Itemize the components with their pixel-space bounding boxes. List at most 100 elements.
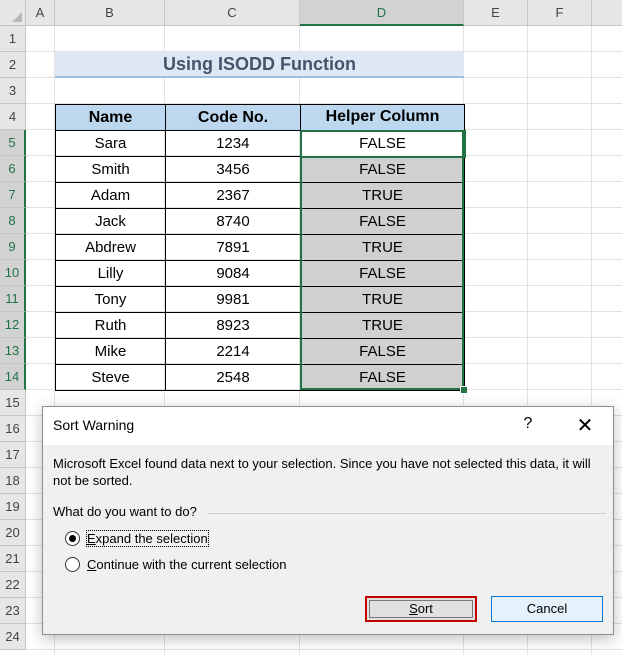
table-row: Lilly 9084 FALSE [55, 260, 465, 287]
data-table: Name Code No. Helper Column Sara 1234 FA… [55, 104, 466, 391]
row-header-3[interactable]: 3 [0, 78, 26, 104]
column-header-c[interactable]: C [165, 0, 300, 26]
helper-cell[interactable]: FALSE [300, 156, 465, 183]
helper-cell[interactable]: FALSE [300, 338, 465, 365]
radio-continue-label[interactable]: Continue with the current selection [87, 557, 286, 572]
dialog-title: Sort Warning [53, 417, 135, 433]
table-row: Abdrew 7891 TRUE [55, 234, 465, 261]
row-header-4[interactable]: 4 [0, 104, 26, 130]
radio-dot-icon [69, 535, 76, 542]
column-header-b[interactable]: B [55, 0, 165, 26]
row-header-7[interactable]: 7 [0, 182, 26, 208]
row-header-11[interactable]: 11 [0, 286, 26, 312]
row-header-12[interactable]: 12 [0, 312, 26, 338]
name-cell[interactable]: Jack [55, 208, 166, 235]
helper-cell[interactable]: FALSE [300, 364, 465, 391]
header-name[interactable]: Name [55, 104, 166, 131]
radio-button-checked[interactable] [65, 531, 80, 546]
helper-cell[interactable]: FALSE [300, 208, 465, 235]
header-helper-column[interactable]: Helper Column [300, 104, 465, 131]
radio-button-unchecked[interactable] [65, 557, 80, 572]
cancel-button[interactable]: Cancel [491, 596, 603, 622]
row-header-24[interactable]: 24 [0, 624, 26, 650]
code-cell[interactable]: 1234 [165, 130, 301, 157]
radio-expand-label[interactable]: Expand the selection [86, 530, 209, 547]
table-header-row: Name Code No. Helper Column [55, 104, 465, 131]
column-header-e[interactable]: E [464, 0, 528, 26]
row-header-16[interactable]: 16 [0, 416, 26, 442]
dialog-question: What do you want to do? [53, 504, 197, 519]
name-cell[interactable]: Abdrew [55, 234, 166, 261]
row-header-8[interactable]: 8 [0, 208, 26, 234]
dialog-message: Microsoft Excel found data next to your … [53, 456, 591, 488]
code-cell[interactable]: 8740 [165, 208, 301, 235]
sort-warning-dialog: Sort Warning ? ✕ Microsoft Excel found d… [42, 406, 614, 635]
column-header-d[interactable]: D [300, 0, 464, 26]
row-header-2[interactable]: 2 [0, 52, 26, 78]
helper-cell[interactable]: FALSE [299, 129, 466, 158]
group-divider [208, 513, 606, 514]
name-cell[interactable]: Sara [55, 130, 166, 157]
row-header-18[interactable]: 18 [0, 468, 26, 494]
row-header-20[interactable]: 20 [0, 520, 26, 546]
code-cell[interactable]: 2214 [165, 338, 301, 365]
code-cell[interactable]: 2367 [165, 182, 301, 209]
table-row: Sara 1234 FALSE [55, 129, 466, 158]
dialog-titlebar[interactable]: Sort Warning ? ✕ [43, 407, 613, 445]
row-header-9[interactable]: 9 [0, 234, 26, 260]
row-header-17[interactable]: 17 [0, 442, 26, 468]
table-row: Mike 2214 FALSE [55, 338, 465, 365]
helper-cell[interactable]: TRUE [300, 312, 465, 339]
table-row: Ruth 8923 TRUE [55, 312, 465, 339]
helper-cell[interactable]: TRUE [300, 286, 465, 313]
row-header-23[interactable]: 23 [0, 598, 26, 624]
fill-handle[interactable] [460, 386, 468, 394]
select-all-triangle-icon [12, 12, 22, 22]
row-header-21[interactable]: 21 [0, 546, 26, 572]
code-cell[interactable]: 9084 [165, 260, 301, 287]
name-cell[interactable]: Tony [55, 286, 166, 313]
help-icon[interactable]: ? [518, 415, 538, 433]
table-row: Smith 3456 FALSE [55, 156, 465, 183]
table-row: Tony 9981 TRUE [55, 286, 465, 313]
expand-label-rest: xpand the selection [95, 531, 208, 546]
code-cell[interactable]: 7891 [165, 234, 301, 261]
row-header-22[interactable]: 22 [0, 572, 26, 598]
column-header-a[interactable]: A [26, 0, 55, 26]
helper-cell[interactable]: FALSE [300, 260, 465, 287]
column-header-f[interactable]: F [528, 0, 592, 26]
grid-line [26, 649, 622, 650]
row-header-5[interactable]: 5 [0, 130, 26, 156]
name-cell[interactable]: Ruth [55, 312, 166, 339]
expand-accel-key: E [87, 531, 96, 546]
row-header-19[interactable]: 19 [0, 494, 26, 520]
close-icon[interactable]: ✕ [571, 413, 599, 439]
header-code-no[interactable]: Code No. [165, 104, 301, 131]
code-cell[interactable]: 9981 [165, 286, 301, 313]
column-header-g-partial[interactable] [592, 0, 622, 26]
continue-label-rest: ontinue with the current selection [96, 557, 287, 572]
row-header-14[interactable]: 14 [0, 364, 26, 390]
name-cell[interactable]: Smith [55, 156, 166, 183]
continue-accel-key: C [87, 557, 97, 572]
helper-cell[interactable]: TRUE [300, 182, 465, 209]
table-row: Jack 8740 FALSE [55, 208, 465, 235]
sort-focus-ring [369, 600, 473, 618]
code-cell[interactable]: 2548 [165, 364, 301, 391]
row-header-13[interactable]: 13 [0, 338, 26, 364]
helper-cell[interactable]: TRUE [300, 234, 465, 261]
sheet-title[interactable]: Using ISODD Function [55, 52, 464, 78]
table-row: Adam 2367 TRUE [55, 182, 465, 209]
name-cell[interactable]: Mike [55, 338, 166, 365]
name-cell[interactable]: Lilly [55, 260, 166, 287]
row-header-6[interactable]: 6 [0, 156, 26, 182]
name-cell[interactable]: Adam [55, 182, 166, 209]
row-header-15[interactable]: 15 [0, 390, 26, 416]
sort-button[interactable]: Sort [365, 596, 477, 622]
row-header-1[interactable]: 1 [0, 26, 26, 52]
code-cell[interactable]: 3456 [165, 156, 301, 183]
row-header-10[interactable]: 10 [0, 260, 26, 286]
code-cell[interactable]: 8923 [165, 312, 301, 339]
name-cell[interactable]: Steve [55, 364, 166, 391]
select-all-corner[interactable] [0, 0, 26, 26]
